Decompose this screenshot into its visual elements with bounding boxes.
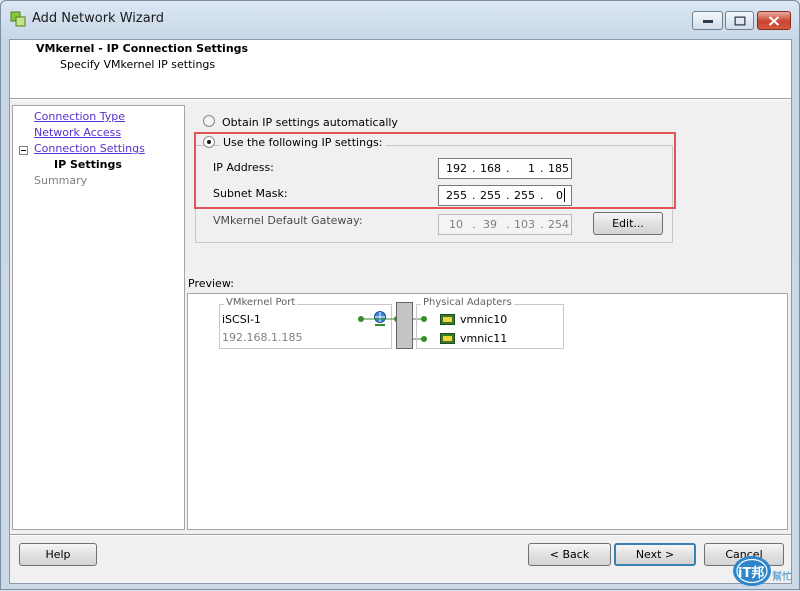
nav-step-connection-settings[interactable]: Connection Settings	[34, 142, 145, 155]
ip-dot: .	[472, 162, 476, 175]
mask-dot: .	[540, 189, 544, 202]
ip-address-label: IP Address:	[213, 161, 274, 174]
port-name: iSCSI-1	[222, 313, 261, 326]
window-title: Add Network Wizard	[32, 11, 165, 26]
maximize-button[interactable]	[725, 11, 754, 30]
ip-octet-4: 185	[548, 162, 569, 175]
gw-octet-2: 39	[483, 218, 497, 231]
mask-octet-1: 255	[446, 189, 467, 202]
nic-icon	[440, 333, 455, 344]
obtain-auto-label[interactable]: Obtain IP settings automatically	[222, 116, 398, 129]
wizard-step-nav: Connection Type Network Access Connectio…	[12, 105, 185, 530]
minimize-button[interactable]	[692, 11, 723, 30]
ithome-watermark-logo: iT邦 幫忙	[732, 554, 798, 588]
gw-octet-4: 254	[548, 218, 569, 231]
physical-adapters-caption: Physical Adapters	[421, 297, 514, 308]
subnet-mask-label: Subnet Mask:	[213, 187, 288, 200]
gw-dot: .	[540, 218, 544, 231]
edit-gateway-button[interactable]: Edit...	[593, 212, 663, 235]
ip-octet-3: 1	[528, 162, 535, 175]
vmkernel-port-caption: VMkernel Port	[224, 297, 298, 308]
gw-octet-3: 103	[514, 218, 535, 231]
wizard-client-area: VMkernel - IP Connection Settings Specif…	[9, 39, 792, 584]
title-bar[interactable]: Add Network Wizard	[1, 1, 799, 39]
collapse-toggle-icon[interactable]	[19, 146, 28, 155]
watermark-subtext: 幫忙	[772, 572, 792, 583]
gateway-input: 10 . 39 . 103 . 254	[438, 214, 572, 235]
nic-icon	[440, 314, 455, 325]
mask-dot: .	[506, 189, 510, 202]
footer-divider	[10, 534, 791, 536]
ip-octet-1: 192	[446, 162, 467, 175]
close-icon	[768, 15, 780, 26]
preview-panel: VMkernel Port iSCSI-1 192.168.1.185 Phys…	[187, 293, 788, 530]
nav-step-summary: Summary	[34, 174, 88, 187]
port-ip: 192.168.1.185	[222, 331, 303, 344]
next-button[interactable]: Next >	[614, 543, 696, 566]
text-caret	[564, 188, 565, 202]
mask-dot: .	[472, 189, 476, 202]
use-following-radio[interactable]	[203, 136, 215, 148]
nav-step-ip-settings: IP Settings	[54, 158, 122, 171]
vswitch-bar	[396, 302, 413, 349]
physical-adapters-box: Physical Adapters vmnic10 vmnic11	[416, 297, 564, 349]
preview-label: Preview:	[188, 277, 234, 290]
ip-address-input[interactable]: 192 . 168 . 1 . 185	[438, 158, 572, 179]
mask-octet-2: 255	[480, 189, 501, 202]
gateway-label: VMkernel Default Gateway:	[213, 214, 363, 227]
page-subtitle: Specify VMkernel IP settings	[60, 58, 216, 71]
adapter-name: vmnic11	[460, 332, 508, 345]
page-title: VMkernel - IP Connection Settings	[36, 42, 249, 55]
help-button[interactable]: Help	[19, 543, 97, 566]
watermark-text: iT邦	[738, 566, 765, 581]
gw-dot: .	[506, 218, 510, 231]
obtain-auto-radio[interactable]	[203, 115, 215, 127]
ip-dot: .	[540, 162, 544, 175]
nav-step-network-access[interactable]: Network Access	[34, 126, 121, 139]
wizard-window: Add Network Wizard VMkernel - IP Connect…	[0, 0, 800, 590]
close-button[interactable]	[757, 11, 791, 30]
adapter-name: vmnic10	[460, 313, 508, 326]
gw-dot: .	[472, 218, 476, 231]
use-following-label[interactable]: Use the following IP settings:	[220, 136, 386, 149]
mask-octet-4: 0	[556, 189, 563, 202]
subnet-mask-input[interactable]: 255 . 255 . 255 . 0	[438, 185, 572, 206]
gw-octet-1: 10	[449, 218, 463, 231]
header-divider	[10, 98, 791, 100]
nav-step-connection-type[interactable]: Connection Type	[34, 110, 125, 123]
ip-octet-2: 168	[480, 162, 501, 175]
mask-octet-3: 255	[514, 189, 535, 202]
back-button[interactable]: < Back	[528, 543, 611, 566]
ip-dot: .	[506, 162, 510, 175]
vsphere-app-icon	[10, 11, 26, 27]
wizard-header: VMkernel - IP Connection Settings Specif…	[10, 40, 791, 98]
